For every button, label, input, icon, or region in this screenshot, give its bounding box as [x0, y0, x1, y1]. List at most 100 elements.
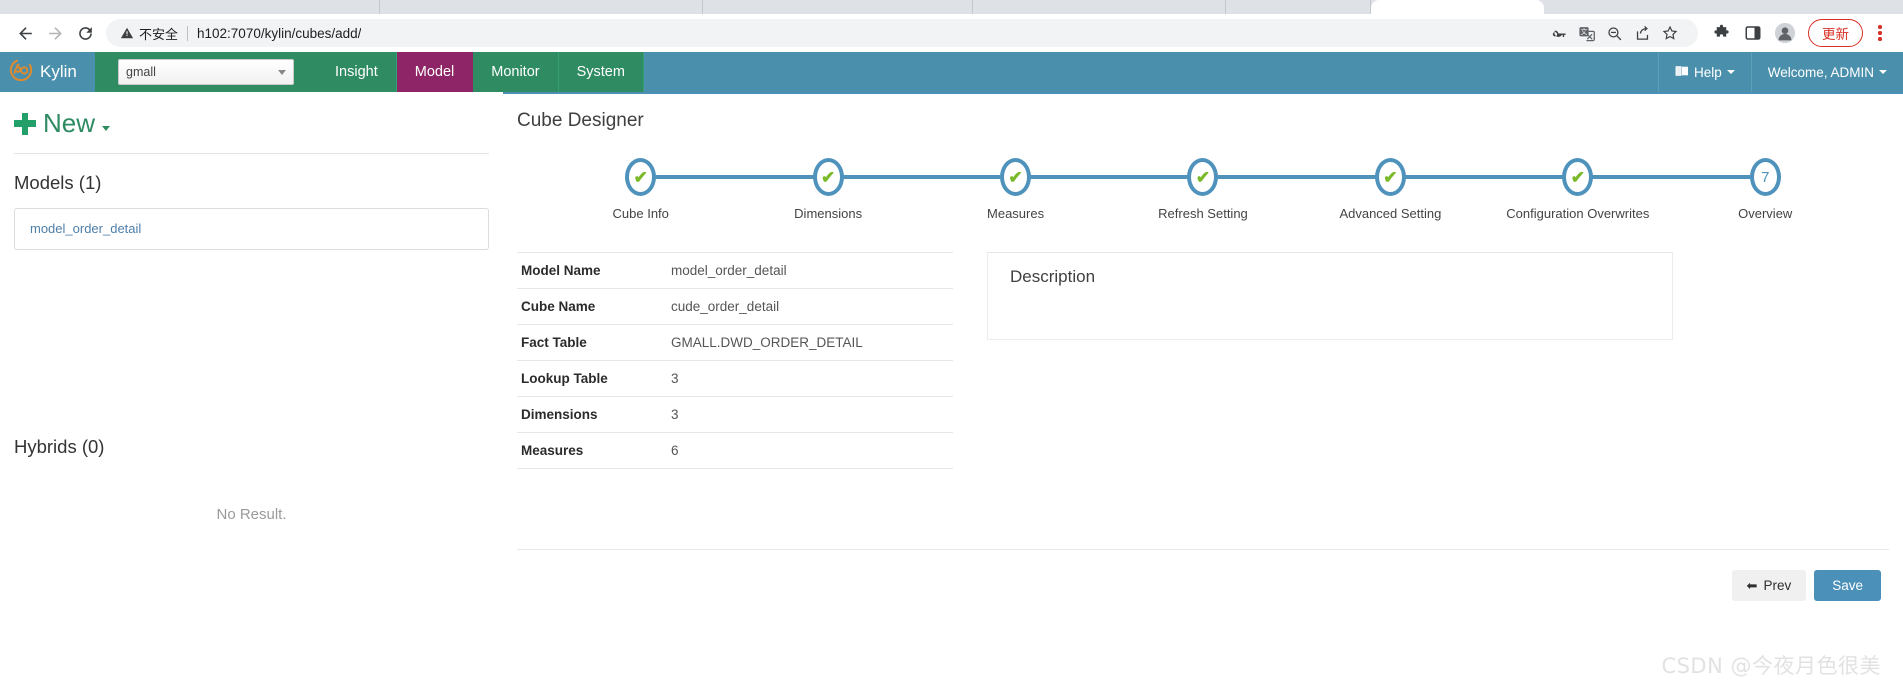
check-icon: ✔ [821, 167, 836, 187]
omnibox-divider [187, 25, 189, 41]
profile-avatar-icon[interactable] [1770, 18, 1800, 48]
step-configuration-overwrites[interactable]: ✔ Configuration Overwrites [1484, 158, 1671, 221]
browser-tab[interactable] [703, 0, 973, 14]
project-select[interactable]: gmall [118, 59, 294, 85]
row-key: Fact Table [517, 324, 667, 361]
step-label: Dimensions [794, 206, 863, 221]
chevron-down-icon [102, 126, 111, 131]
warning-triangle-icon [120, 27, 134, 39]
check-icon: ✔ [1570, 167, 1585, 187]
sidebar: New Models (1) model_order_detail Hybrid… [0, 92, 503, 694]
step-bubble: ✔ [1562, 158, 1594, 196]
row-value: model_order_detail [667, 252, 953, 289]
step-label: Measures [987, 206, 1045, 221]
help-menu[interactable]: Help [1657, 52, 1751, 92]
step-label: Configuration Overwrites [1506, 206, 1650, 221]
bookmark-star-icon[interactable] [1656, 19, 1684, 47]
table-row: Fact Table GMALL.DWD_ORDER_DETAIL [517, 324, 953, 361]
browser-tab-active[interactable] [1371, 0, 1544, 14]
side-panel-icon[interactable] [1738, 18, 1768, 48]
reload-icon[interactable] [70, 18, 100, 48]
page-title: Cube Designer [517, 110, 644, 131]
browser-tab[interactable] [0, 0, 380, 14]
save-button[interactable]: Save [1814, 570, 1881, 601]
forward-arrow-icon[interactable] [40, 18, 70, 48]
step-refresh-setting[interactable]: ✔ Refresh Setting [1109, 158, 1296, 221]
step-cube-info[interactable]: ✔ Cube Info [547, 158, 734, 221]
password-key-icon[interactable] [1544, 19, 1572, 47]
step-label: Overview [1738, 206, 1793, 221]
table-row: Model Name model_order_detail [517, 252, 953, 289]
project-select-value: gmall [126, 65, 156, 79]
zoom-out-icon[interactable] [1600, 19, 1628, 47]
list-item[interactable]: model_order_detail [14, 208, 489, 250]
browser-tab-strip[interactable] [0, 0, 1903, 14]
prev-button-label: Prev [1763, 578, 1792, 593]
nav-link-model[interactable]: Model [396, 52, 474, 92]
nav-link-system[interactable]: System [558, 52, 644, 92]
page-body: New Models (1) model_order_detail Hybrid… [0, 92, 1903, 694]
model-name-link[interactable]: model_order_detail [30, 221, 141, 236]
book-icon [1675, 65, 1689, 80]
browser-tab[interactable] [1226, 0, 1371, 14]
update-button[interactable]: 更新 [1808, 19, 1863, 47]
check-icon: ✔ [1195, 167, 1211, 187]
back-arrow-icon[interactable] [10, 18, 40, 48]
step-number: 7 [1761, 168, 1770, 186]
address-bar[interactable]: 不安全 h102:7070/kylin/cubes/add/ 文 [106, 19, 1698, 47]
stepper-items: ✔ Cube Info ✔ Dimensions ✔ Measures ✔ Re… [547, 158, 1859, 221]
watermark: CSDN @今夜月色很美 [1661, 654, 1881, 678]
description-card: Description [987, 252, 1673, 340]
kylin-brand[interactable]: Kylin [0, 52, 95, 92]
check-icon: ✔ [1383, 167, 1398, 187]
kebab-menu-icon[interactable] [1867, 18, 1893, 48]
chevron-down-icon [278, 69, 286, 75]
step-bubble: ✔ [1374, 158, 1406, 196]
translate-icon[interactable]: 文 [1572, 19, 1600, 47]
tab-strip-end [1544, 0, 1903, 14]
help-label: Help [1693, 64, 1722, 80]
step-bubble: ✔ [1187, 158, 1219, 196]
step-bubble: 7 [1749, 158, 1781, 196]
user-menu[interactable]: Welcome, ADMIN [1750, 52, 1903, 92]
security-label: 不安全 [139, 27, 179, 43]
row-key: Model Name [517, 252, 667, 289]
row-key: Dimensions [517, 396, 667, 433]
security-indicator[interactable]: 不安全 [120, 24, 178, 43]
model-list: model_order_detail [0, 208, 503, 250]
chevron-down-icon [1726, 70, 1735, 74]
row-value: cude_order_detail [667, 288, 953, 325]
page-root: 不安全 h102:7070/kylin/cubes/add/ 文 更新 Kyli… [0, 0, 1903, 694]
nav-link-monitor[interactable]: Monitor [473, 52, 559, 92]
table-row: Dimensions 3 [517, 396, 953, 433]
step-label: Refresh Setting [1158, 206, 1248, 221]
user-menu-label: Welcome, ADMIN [1767, 64, 1874, 80]
browser-tab[interactable] [973, 0, 1226, 14]
browser-tab[interactable] [380, 0, 703, 14]
check-icon: ✔ [633, 167, 648, 187]
app-navbar: Kylin gmall Insight Model Monitor System… [0, 52, 1903, 92]
toolbar-right-icons: 更新 [1706, 18, 1893, 48]
row-value: GMALL.DWD_ORDER_DETAIL [667, 324, 953, 361]
nav-link-insight[interactable]: Insight [317, 52, 397, 92]
row-value: 6 [667, 432, 953, 469]
prev-button[interactable]: ⬅ Prev [1731, 570, 1807, 601]
chevron-down-icon [1879, 70, 1887, 74]
new-button-label: New [43, 108, 96, 138]
hybrids-block: Hybrids (0) No Result. [0, 436, 503, 523]
extensions-puzzle-icon[interactable] [1706, 18, 1736, 48]
overview-content: Model Name model_order_detail Cube Name … [503, 252, 1903, 469]
step-overview[interactable]: 7 Overview [1672, 158, 1859, 221]
brand-label: Kylin [40, 62, 77, 81]
row-value: 3 [667, 396, 953, 433]
project-select-wrapper: gmall [95, 52, 317, 92]
hybrids-heading: Hybrids (0) [14, 436, 105, 457]
step-dimensions[interactable]: ✔ Dimensions [734, 158, 921, 221]
new-button[interactable]: New [0, 108, 503, 139]
share-icon[interactable] [1628, 19, 1656, 47]
row-value: 3 [667, 360, 953, 397]
wizard-stepper: ✔ Cube Info ✔ Dimensions ✔ Measures ✔ Re… [547, 158, 1859, 228]
step-measures[interactable]: ✔ Measures [922, 158, 1109, 221]
table-row: Measures 6 [517, 432, 953, 469]
step-advanced-setting[interactable]: ✔ Advanced Setting [1297, 158, 1484, 221]
